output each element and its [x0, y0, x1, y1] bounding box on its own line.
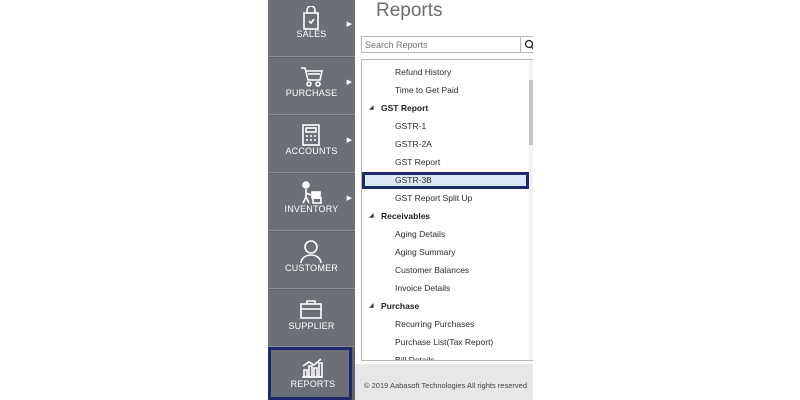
sidebar-item-label: ACCOUNTS: [285, 146, 338, 156]
chevron-right-icon: ▶: [346, 195, 352, 202]
collapse-triangle-icon[interactable]: ◢: [369, 298, 374, 315]
sidebar-item-label: PURCHASE: [285, 88, 338, 98]
worker-boxes-icon: [296, 180, 326, 206]
cart-icon: [296, 64, 326, 90]
sidebar-item-purchase[interactable]: PURCHASE ▶: [268, 58, 355, 115]
main-panel: Reports Refund History Time to Get Paid …: [355, 0, 533, 400]
tree-item-selected[interactable]: GSTR-3B: [362, 172, 529, 189]
calculator-icon: [296, 122, 326, 148]
page-title: Reports: [376, 0, 443, 21]
scrollbar-track[interactable]: [529, 60, 533, 360]
sidebar-item-label: REPORTS: [290, 379, 336, 389]
tree-item[interactable]: Aging Summary: [362, 244, 530, 261]
sidebar-item-inventory[interactable]: INVENTORY ▶: [268, 174, 355, 231]
sidebar-item-supplier[interactable]: SUPPLIER: [268, 290, 355, 347]
search-input[interactable]: [361, 36, 521, 53]
bar-chart-icon: [296, 355, 326, 381]
tree-group-gst-report[interactable]: ◢ GST Report: [362, 100, 530, 117]
footer: © 2019 Aabasoft Technologies All rights …: [355, 364, 533, 400]
search-icon: [524, 39, 533, 50]
copyright-text: © 2019 Aabasoft Technologies All rights …: [364, 381, 527, 390]
sidebar-item-label: SALES: [296, 29, 327, 39]
tree-item[interactable]: Purchase List(Tax Report): [362, 334, 530, 351]
tree-item[interactable]: Aging Details: [362, 226, 530, 243]
tree-item[interactable]: Refund History: [362, 64, 530, 81]
sidebar-item-label: CUSTOMER: [285, 263, 338, 273]
sidebar-item-sales[interactable]: SALES ▶: [268, 0, 355, 57]
sidebar-item-label: SUPPLIER: [288, 321, 335, 331]
tree-item[interactable]: Bill Details: [362, 352, 530, 360]
search-button[interactable]: [521, 36, 533, 53]
tree-item[interactable]: Customer Balances: [362, 262, 530, 279]
person-icon: [296, 238, 326, 264]
briefcase-icon: [296, 296, 326, 322]
tree-item[interactable]: GST Report: [362, 154, 530, 171]
sidebar-item-label: INVENTORY: [284, 204, 339, 214]
report-tree: Refund History Time to Get Paid ◢ GST Rep…: [361, 59, 533, 361]
tree-item[interactable]: GSTR-1: [362, 118, 530, 135]
scrollbar-thumb[interactable]: [529, 80, 533, 145]
tree-group-purchase[interactable]: ◢ Purchase: [362, 298, 530, 315]
sidebar: SALES ▶ PURCHASE ▶ ACCOUNTS ▶ INVENTORY …: [268, 0, 355, 400]
tree-item[interactable]: Recurring Purchases: [362, 316, 530, 333]
tree-item[interactable]: Time to Get Paid: [362, 82, 530, 99]
app-window: SALES ▶ PURCHASE ▶ ACCOUNTS ▶ INVENTORY …: [268, 0, 533, 400]
chevron-right-icon: ▶: [346, 21, 352, 28]
tree-item[interactable]: GST Report Split Up: [362, 190, 530, 207]
sidebar-item-customer[interactable]: CUSTOMER: [268, 232, 355, 289]
chevron-right-icon: ▶: [346, 137, 352, 144]
tree-item[interactable]: Invoice Details: [362, 280, 530, 297]
sidebar-item-reports[interactable]: REPORTS: [268, 347, 352, 400]
tree-group-receivables[interactable]: ◢ Receivables: [362, 208, 530, 225]
sidebar-item-accounts[interactable]: ACCOUNTS ▶: [268, 116, 355, 173]
chevron-right-icon: ▶: [346, 79, 352, 86]
collapse-triangle-icon[interactable]: ◢: [369, 208, 374, 225]
collapse-triangle-icon[interactable]: ◢: [369, 100, 374, 117]
tree-item[interactable]: GSTR-2A: [362, 136, 530, 153]
